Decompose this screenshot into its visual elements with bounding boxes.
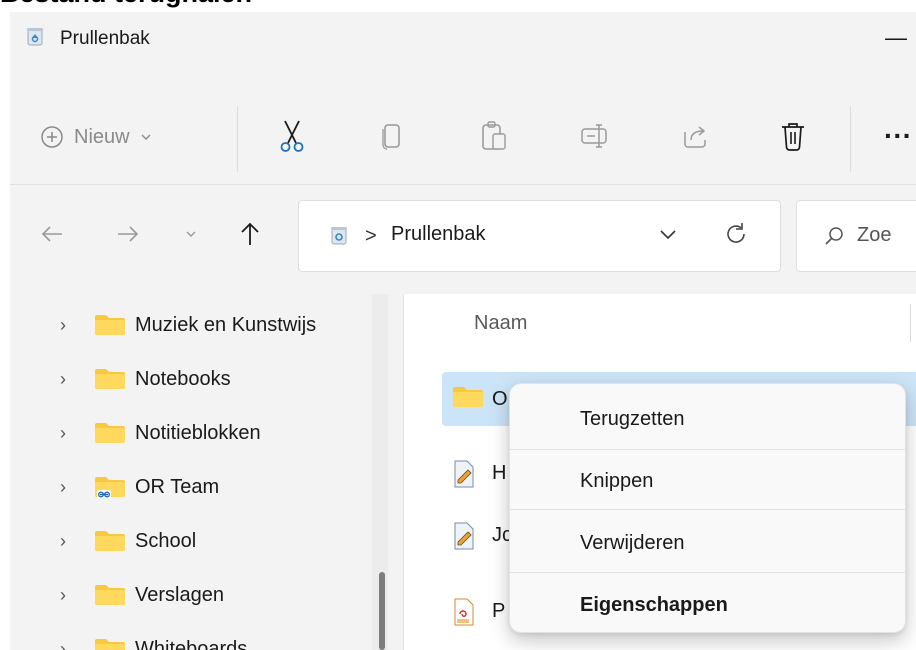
share-icon [681,122,709,150]
address-dropdown-icon[interactable] [659,227,677,246]
tree-item[interactable]: › Muziek en Kunstwijs [10,298,370,352]
chevron-right-icon[interactable]: › [60,477,66,498]
address-bar[interactable]: > Prullenbak [298,200,781,272]
tree-item[interactable]: › Verslagen [10,568,370,622]
rename-button[interactable] [575,114,615,158]
menu-separator [510,572,905,573]
tree-item[interactable]: › Notebooks [10,352,370,406]
paste-button[interactable] [474,114,514,158]
column-header-name[interactable]: Naam [474,312,527,335]
recent-locations-button[interactable] [176,214,206,258]
folder-icon [94,638,126,650]
recycle-bin-icon [25,26,45,46]
minimize-button[interactable]: — [876,20,916,56]
search-placeholder: Zoe [857,224,892,246]
document-icon [452,522,476,555]
cut-menu-item[interactable]: Knippen [510,450,905,512]
folder-icon [94,314,126,336]
tree-item-label: School [135,529,197,552]
tree-item-label: OR Team [135,475,220,498]
context-menu: Terugzetten Knippen Verwijderen Eigensch… [509,383,906,633]
chevron-down-icon [140,131,152,143]
search-box[interactable]: Zoe [796,200,916,272]
scissors-icon [277,119,307,153]
copy-icon [380,121,404,151]
menu-item-label: Eigenschappen [580,593,728,616]
tree-item-label: Notebooks [135,367,231,390]
refresh-icon[interactable] [723,221,749,252]
delete-menu-item[interactable]: Verwijderen [510,512,905,574]
toolbar-divider [10,184,916,185]
tree-item-label: Notitieblokken [135,421,261,444]
breadcrumb-current[interactable]: Prullenbak [391,223,486,246]
navigation-pane: › Muziek en Kunstwijs › Notebooks › Noti… [10,294,395,650]
shared-folder-icon [94,476,126,499]
arrow-up-icon [239,221,261,252]
pdf-icon [452,598,476,631]
tree-item-label: Whiteboards [135,637,248,650]
more-options-button[interactable]: ··· [880,114,916,158]
tutorial-heading: Bestand terughalen [0,0,252,9]
chevron-right-icon[interactable]: › [60,531,66,552]
navigation-bar: > Prullenbak Zoe [10,200,916,278]
menu-item-label: Knippen [580,469,654,492]
back-button[interactable] [32,214,72,258]
new-button-label: Nieuw [74,125,130,148]
delete-button[interactable] [773,114,813,158]
folder-icon [452,386,484,413]
trash-icon [779,120,807,152]
window-title: Prullenbak [60,28,150,49]
up-button[interactable] [230,214,270,258]
document-icon [452,460,476,493]
search-icon [823,225,845,252]
tree-item[interactable]: › Whiteboards [10,622,370,650]
tree-item-label: Verslagen [135,583,224,606]
plus-circle-icon [40,125,64,149]
file-name: P [492,599,506,622]
chevron-right-icon[interactable]: › [60,315,66,336]
chevron-right-icon[interactable]: › [60,369,66,390]
properties-menu-item[interactable]: Eigenschappen [510,574,905,636]
copy-button[interactable] [372,114,412,158]
tree-item[interactable]: › School [10,514,370,568]
arrow-right-icon [116,224,140,249]
restore-menu-item[interactable]: Terugzetten [510,388,905,450]
new-button[interactable]: Nieuw [40,116,152,158]
chevron-right-icon[interactable]: › [60,639,66,650]
file-name: H [492,461,507,484]
folder-icon [94,530,126,552]
rename-icon [580,122,610,150]
arrow-left-icon [40,224,64,249]
chevron-right-icon[interactable]: › [60,585,66,606]
chevron-right-icon[interactable]: › [60,423,66,444]
sidebar-scroll-thumb[interactable] [379,572,385,650]
toolbar-separator [850,106,851,172]
recycle-bin-icon [329,225,349,250]
menu-separator [510,509,905,510]
menu-item-label: Terugzetten [580,407,685,430]
share-button[interactable] [675,114,715,158]
folder-icon [94,422,126,444]
command-bar: Nieuw ··· [10,74,916,186]
tree-item[interactable]: › Notitieblokken [10,406,370,460]
column-divider[interactable] [910,304,911,342]
tree-item[interactable]: › OR Team [10,460,370,514]
clipboard-icon [480,120,508,152]
cut-button[interactable] [272,114,312,158]
forward-button[interactable] [108,214,148,258]
toolbar-separator [237,106,238,172]
title-bar: Prullenbak — [10,12,916,70]
folder-icon [94,368,126,390]
menu-item-label: Verwijderen [580,531,685,554]
breadcrumb-separator: > [365,225,377,247]
file-name: O [492,387,508,410]
tree-item-label: Muziek en Kunstwijs [135,313,317,336]
chevron-down-icon [185,227,197,245]
folder-icon [94,584,126,606]
